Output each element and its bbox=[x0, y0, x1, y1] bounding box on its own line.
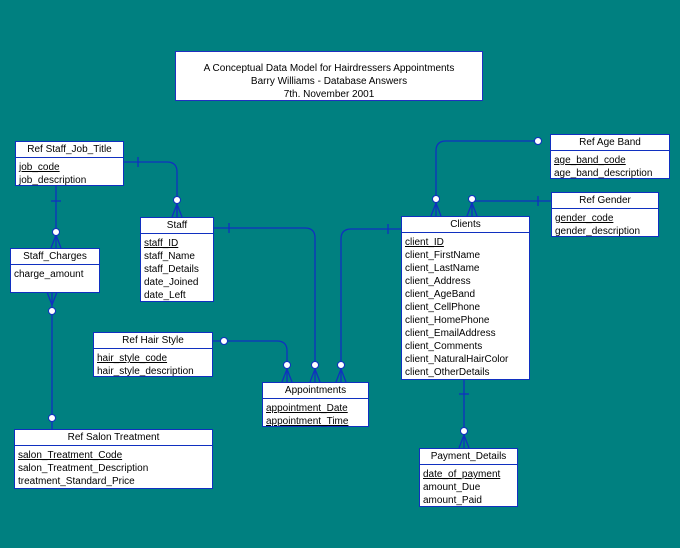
title-line-3: 7th. November 2001 bbox=[283, 89, 375, 100]
crowfoot-icon bbox=[171, 202, 183, 218]
entity-name: Staff_Charges bbox=[11, 249, 99, 265]
attribute: date_Left bbox=[144, 290, 186, 301]
attribute: hair_style_description bbox=[97, 366, 194, 377]
attribute: staff_Details bbox=[144, 264, 199, 275]
optional-circle-icon bbox=[283, 361, 291, 369]
entity-ref-hair-style[interactable]: Ref Hair Style hair_style_code hair_style_… bbox=[93, 332, 213, 377]
entity-name: Ref Staff_Job_Title bbox=[16, 142, 123, 158]
entity-payment-details[interactable]: Payment_Details date_of_payment amount_Due… bbox=[419, 448, 518, 507]
primary-key-attribute: appointment_Date bbox=[266, 403, 348, 414]
optional-circle-icon bbox=[534, 137, 542, 145]
primary-key-attribute: client_ID bbox=[405, 237, 444, 248]
entity-name: Clients bbox=[402, 217, 529, 233]
primary-key-attribute: appointment_Time bbox=[266, 416, 349, 427]
attribute: client_Address bbox=[405, 276, 471, 287]
primary-key-attribute: gender_code bbox=[555, 213, 614, 224]
optional-circle-icon bbox=[173, 196, 181, 204]
attribute-list: gender_code gender_description bbox=[552, 209, 658, 240]
entity-name: Ref Age Band bbox=[551, 135, 669, 151]
attribute: client_OtherDetails bbox=[405, 367, 490, 378]
attribute-list: appointment_Date appointment_Time bbox=[263, 399, 368, 430]
primary-key-attribute: age_band_code bbox=[554, 155, 626, 166]
primary-key-attribute: salon_Treatment_Code bbox=[18, 450, 123, 461]
attribute-list: job_code job_description bbox=[16, 158, 123, 189]
attribute: gender_description bbox=[555, 226, 641, 237]
attribute: staff_Name bbox=[144, 251, 195, 262]
attribute: charge_amount bbox=[14, 269, 84, 280]
rel-staff-appointments bbox=[214, 227, 316, 382]
diagram-title: A Conceptual Data Model for Hairdressers… bbox=[175, 51, 483, 101]
optional-circle-icon bbox=[468, 195, 476, 203]
entity-ref-age-band[interactable]: Ref Age Band age_band_code age_band_descri… bbox=[550, 134, 670, 179]
attribute: date_Joined bbox=[144, 277, 199, 288]
title-line-2: Barry Williams - Database Answers bbox=[250, 76, 408, 87]
entity-ref-gender[interactable]: Ref Gender gender_code gender_description bbox=[551, 192, 659, 237]
attribute: client_HomePhone bbox=[405, 315, 490, 326]
attribute: amount_Paid bbox=[423, 495, 482, 506]
attribute: client_CellPhone bbox=[405, 302, 481, 313]
entity-name: Payment_Details bbox=[420, 449, 517, 465]
attribute: job_description bbox=[19, 175, 87, 186]
optional-circle-icon bbox=[48, 414, 56, 422]
attribute: client_AgeBand bbox=[405, 289, 476, 300]
attribute: treatment_Standard_Price bbox=[18, 476, 135, 487]
optional-circle-icon bbox=[220, 337, 228, 345]
entity-name: Ref Hair Style bbox=[94, 333, 212, 349]
optional-circle-icon bbox=[432, 195, 440, 203]
entity-clients[interactable]: Clients client_ID client_FirstName client_L… bbox=[401, 216, 530, 380]
entity-name: Ref Gender bbox=[552, 193, 658, 209]
attribute-list: staff_ID staff_Name staff_Details date_Join… bbox=[141, 234, 213, 304]
optional-circle-icon bbox=[52, 228, 60, 236]
entity-staff-charges[interactable]: Staff_Charges charge_amount bbox=[10, 248, 100, 293]
entity-name: Appointments bbox=[263, 383, 368, 399]
primary-key-attribute: hair_style_code bbox=[97, 353, 168, 364]
rel-ageband-clients bbox=[435, 140, 539, 216]
title-line-1: A Conceptual Data Model for Hairdressers… bbox=[203, 63, 455, 74]
entity-name: Ref Salon Treatment bbox=[15, 430, 212, 446]
attribute-list: age_band_code age_band_description bbox=[551, 151, 669, 182]
optional-circle-icon bbox=[48, 307, 56, 315]
attribute-list: charge_amount bbox=[11, 265, 99, 283]
attribute: client_NaturalHairColor bbox=[405, 354, 509, 365]
entity-staff[interactable]: Staff staff_ID staff_Name staff_Detailsdate… bbox=[140, 217, 214, 302]
rel-gender-clients bbox=[471, 200, 551, 216]
primary-key-attribute: date_of_payment bbox=[423, 469, 501, 480]
optional-circle-icon bbox=[337, 361, 345, 369]
primary-key-attribute: staff_ID bbox=[144, 238, 179, 249]
primary-key-attribute: job_code bbox=[19, 162, 60, 173]
attribute: salon_Treatment_Description bbox=[18, 463, 149, 474]
rel-clients-appointments bbox=[340, 228, 402, 382]
optional-circle-icon bbox=[460, 427, 468, 435]
attribute: amount_Due bbox=[423, 482, 481, 493]
attribute: age_band_description bbox=[554, 168, 653, 179]
optional-circle-icon bbox=[311, 361, 319, 369]
attribute-list: salon_Treatment_Code salon_Treatment_Desc… bbox=[15, 446, 212, 490]
entity-ref-salon-treatment[interactable]: Ref Salon Treatment salon_Treatment_Code s… bbox=[14, 429, 213, 489]
attribute: client_Comments bbox=[405, 341, 483, 352]
entity-name: Staff bbox=[141, 218, 213, 234]
attribute: client_LastName bbox=[405, 263, 480, 274]
entity-appointments[interactable]: Appointments appointment_Date appointment_… bbox=[262, 382, 369, 427]
attribute-list: client_ID client_FirstName client_LastName… bbox=[402, 233, 529, 381]
attribute: client_FirstName bbox=[405, 250, 481, 261]
entity-ref-staff-job-title[interactable]: Ref Staff_Job_Title job_code job_descripti… bbox=[15, 141, 124, 186]
rel-jobtitle-staff bbox=[123, 161, 178, 217]
rel-hairstyle-appointments bbox=[213, 340, 288, 382]
attribute: client_EmailAddress bbox=[405, 328, 496, 339]
attribute-list: date_of_payment amount_Due amount_Paid bbox=[420, 465, 517, 509]
attribute-list: hair_style_code hair_style_description bbox=[94, 349, 212, 380]
